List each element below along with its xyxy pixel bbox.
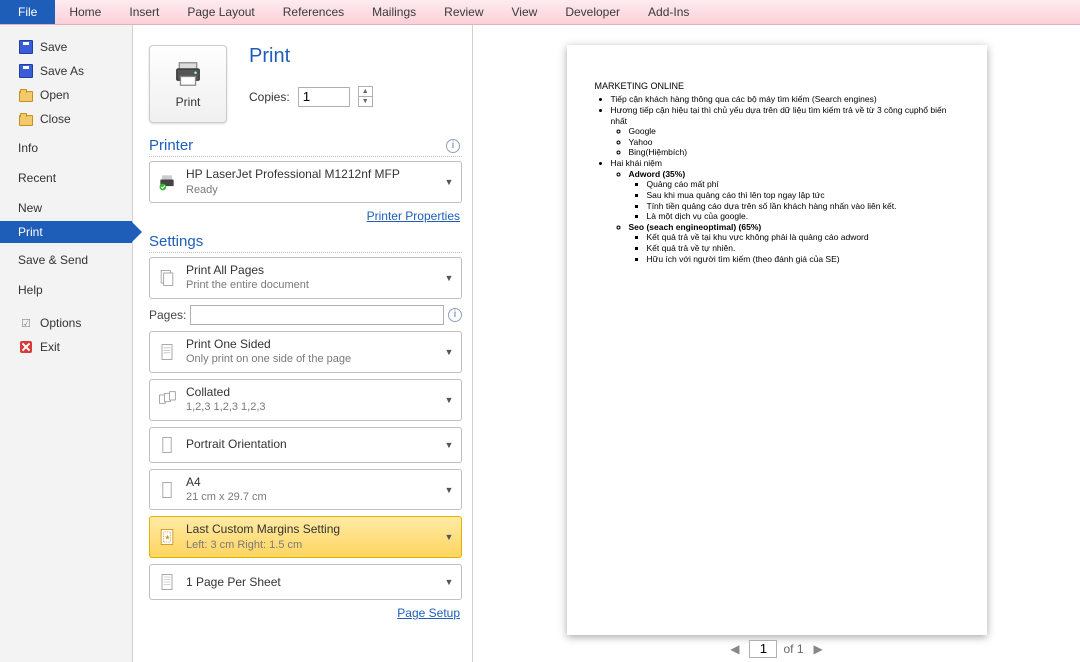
chevron-down-icon: ▼ (443, 440, 455, 450)
exit-icon (18, 339, 34, 355)
printer-device-icon (156, 170, 178, 194)
ribbon-tab-review[interactable]: Review (430, 1, 497, 24)
ribbon-tab-file[interactable]: File (0, 0, 55, 24)
margins-icon: ★ (156, 525, 178, 549)
ribbon-tab-references[interactable]: References (269, 1, 358, 24)
sidebar-new[interactable]: New (0, 191, 132, 221)
margins-selector[interactable]: ★ Last Custom Margins SettingLeft: 3 cm … (149, 516, 462, 558)
paper-size-selector[interactable]: A421 cm x 29.7 cm ▼ (149, 469, 462, 511)
printer-properties-link[interactable]: Printer Properties (367, 209, 460, 223)
info-icon[interactable]: i (448, 308, 462, 322)
ribbon-tab-mailings[interactable]: Mailings (358, 1, 430, 24)
pages-per-sheet-selector[interactable]: 1 Page Per Sheet ▼ (149, 564, 462, 600)
page-one-sided-icon (156, 340, 178, 364)
sidebar-save-as[interactable]: Save As (0, 59, 132, 83)
backstage-sidebar: Save Save As Open Close Info Recent New … (0, 25, 133, 662)
ribbon-tab-addins[interactable]: Add-Ins (634, 1, 703, 24)
sheet-icon (156, 570, 178, 594)
next-page-icon[interactable]: ▶ (810, 642, 827, 656)
chevron-down-icon: ▼ (443, 273, 455, 283)
printer-selector[interactable]: HP LaserJet Professional M1212nf MFPRead… (149, 161, 462, 203)
printer-icon (173, 59, 203, 89)
page-of-label: of 1 (783, 642, 803, 656)
sides-selector[interactable]: Print One SidedOnly print on one side of… (149, 331, 462, 373)
pages-input[interactable] (190, 305, 444, 325)
info-icon[interactable]: i (446, 139, 460, 153)
sidebar-print[interactable]: Print (0, 221, 132, 243)
chevron-down-icon: ▼ (443, 532, 455, 542)
chevron-down-icon: ▼ (443, 577, 455, 587)
copies-input[interactable] (298, 87, 350, 107)
save-as-icon (18, 63, 34, 79)
print-settings-panel: Print Print Copies: ▲ ▼ Printeri HP Lase… (133, 25, 473, 662)
copies-up-icon[interactable]: ▲ (359, 87, 372, 97)
print-button-label: Print (176, 95, 201, 109)
sidebar-save-send[interactable]: Save & Send (0, 243, 132, 273)
orientation-selector[interactable]: Portrait Orientation ▼ (149, 427, 462, 463)
save-icon (18, 39, 34, 55)
portrait-icon (156, 433, 178, 457)
doc-title: MARKETING ONLINE (595, 81, 965, 92)
sidebar-save[interactable]: Save (0, 35, 132, 59)
pages-label: Pages: (149, 308, 186, 322)
print-button[interactable]: Print (149, 45, 227, 123)
chevron-down-icon: ▼ (443, 485, 455, 495)
svg-text:★: ★ (165, 534, 171, 542)
folder-close-icon (18, 111, 34, 127)
chevron-down-icon: ▼ (443, 177, 455, 187)
pages-icon (156, 266, 178, 290)
printer-header: Printeri (149, 137, 462, 157)
print-preview: MARKETING ONLINE Tiếp cận khách hàng thô… (473, 25, 1080, 662)
print-title: Print (249, 45, 373, 68)
paper-icon (156, 478, 178, 502)
print-range-selector[interactable]: Print All PagesPrint the entire document… (149, 257, 462, 299)
doc-line: Tiếp cận khách hàng thông qua các bộ máy… (611, 94, 965, 105)
doc-line: Hai khái niệm Adword (35%) Quảng cáo mất… (611, 158, 965, 264)
ribbon-tab-insert[interactable]: Insert (115, 1, 173, 24)
sidebar-open[interactable]: Open (0, 83, 132, 107)
options-icon: ☑ (18, 315, 34, 331)
sidebar-help[interactable]: Help (0, 273, 132, 303)
sidebar-info[interactable]: Info (0, 131, 132, 161)
preview-page: MARKETING ONLINE Tiếp cận khách hàng thô… (567, 45, 987, 635)
sidebar-close[interactable]: Close (0, 107, 132, 131)
chevron-down-icon: ▼ (443, 347, 455, 357)
ribbon-tab-developer[interactable]: Developer (551, 1, 634, 24)
preview-pager: ◀ of 1 ▶ (473, 635, 1080, 662)
ribbon-tab-home[interactable]: Home (55, 1, 115, 24)
prev-page-icon[interactable]: ◀ (726, 642, 743, 656)
ribbon: File Home Insert Page Layout References … (0, 0, 1080, 25)
copies-label: Copies: (249, 90, 290, 104)
chevron-down-icon: ▼ (443, 395, 455, 405)
ribbon-tab-view[interactable]: View (498, 1, 552, 24)
page-setup-link[interactable]: Page Setup (397, 606, 460, 620)
sidebar-options[interactable]: ☑Options (0, 311, 132, 335)
sidebar-exit[interactable]: Exit (0, 335, 132, 359)
settings-header: Settings (149, 233, 462, 253)
collate-icon (156, 388, 178, 412)
page-number-input[interactable] (749, 640, 777, 658)
ribbon-tab-page-layout[interactable]: Page Layout (173, 1, 268, 24)
copies-down-icon[interactable]: ▼ (359, 97, 372, 106)
collation-selector[interactable]: Collated1,2,3 1,2,3 1,2,3 ▼ (149, 379, 462, 421)
folder-open-icon (18, 87, 34, 103)
doc-line: Hương tiếp cận hiệu tại thì chủ yếu dựa … (611, 105, 965, 158)
sidebar-recent[interactable]: Recent (0, 161, 132, 191)
